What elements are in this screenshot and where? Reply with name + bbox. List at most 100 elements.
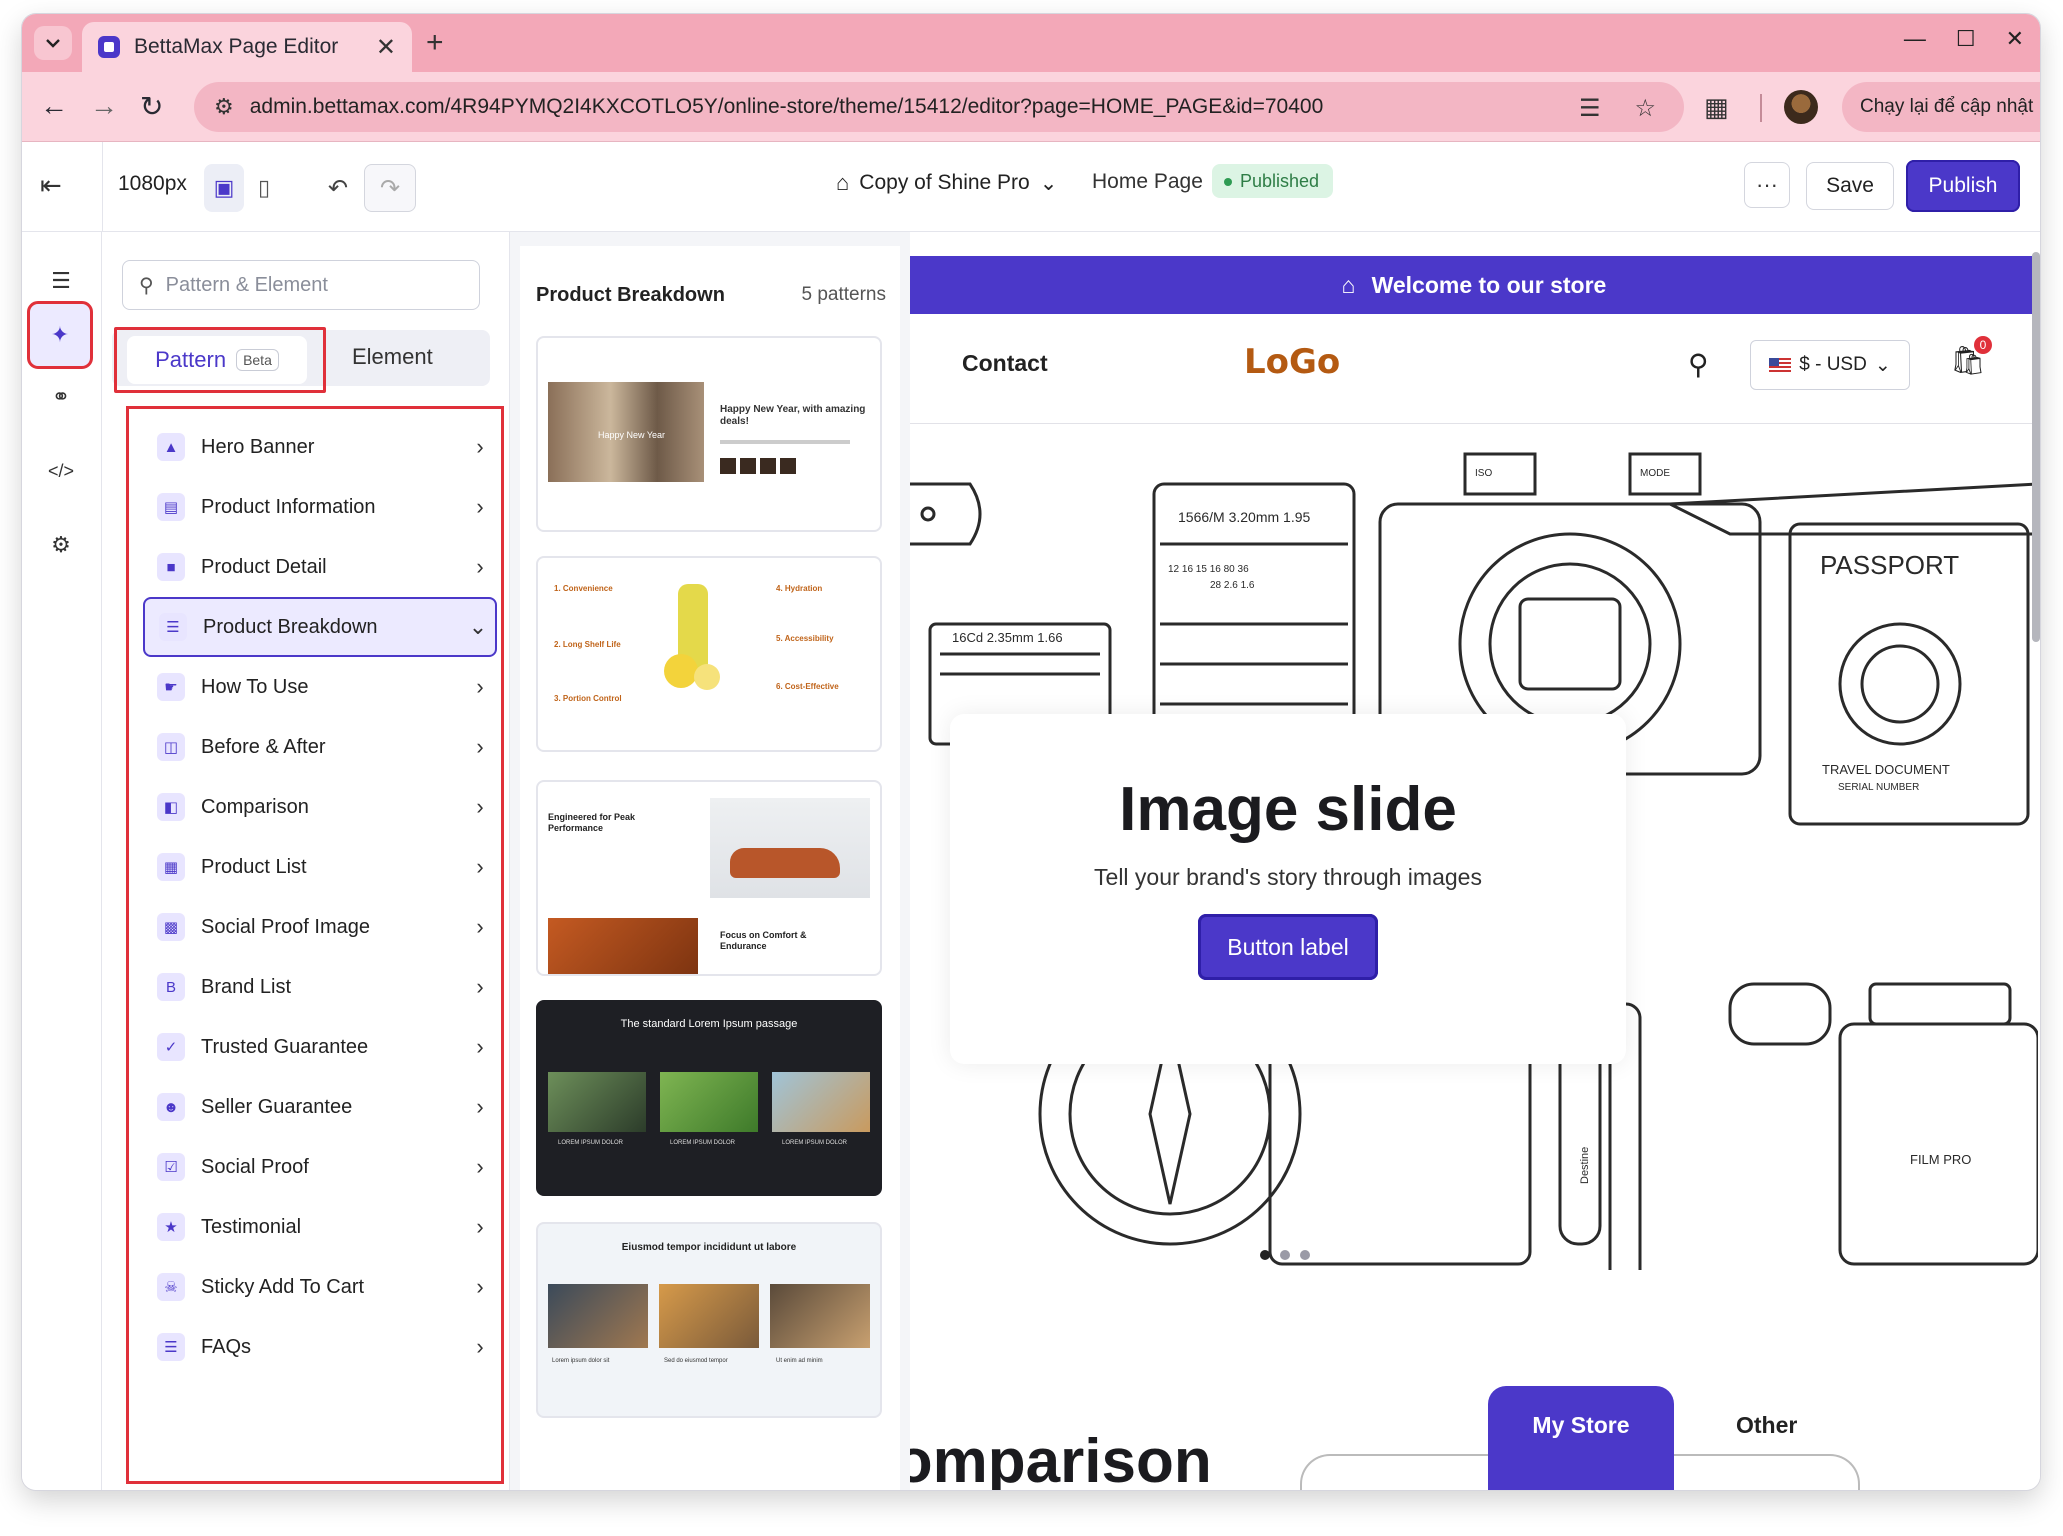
pattern-thumbnail: Eiusmod tempor incididunt ut labore Lore… bbox=[548, 1234, 870, 1406]
tab-my-store[interactable]: My Store bbox=[1488, 1386, 1674, 1490]
hero-button[interactable]: Button label bbox=[1198, 914, 1378, 980]
category-social-proof[interactable]: ☑ Social Proof › bbox=[143, 1137, 497, 1197]
maximize-icon[interactable]: ☐ bbox=[1956, 26, 1976, 52]
relaunch-update-button[interactable]: Chạy lại để cập nhật ⋮ bbox=[1842, 82, 2040, 132]
sneaker-detail-image bbox=[548, 918, 698, 974]
viewport-width[interactable]: 1080px bbox=[118, 172, 187, 196]
category-faqs[interactable]: ☰ FAQs › bbox=[143, 1317, 497, 1377]
beta-badge: Beta bbox=[236, 349, 279, 371]
editor-side-rail: ☰ ✦ ⚭ </> ⚙ bbox=[22, 232, 102, 1490]
bookmark-star-icon[interactable]: ☆ bbox=[1634, 94, 1656, 123]
category-product-breakdown[interactable]: ☰ Product Breakdown ⌄ bbox=[143, 597, 497, 657]
browser-tab[interactable]: BettaMax Page Editor ✕ bbox=[82, 22, 412, 72]
category-hero-banner[interactable]: ▲ Hero Banner › bbox=[143, 417, 497, 477]
browser-menu-icon[interactable]: ⋮ bbox=[2037, 94, 2040, 120]
close-tab-icon[interactable]: ✕ bbox=[376, 33, 396, 62]
relaunch-label: Chạy lại để cập nhật bbox=[1860, 96, 2034, 117]
category-before-after[interactable]: ◫ Before & After › bbox=[143, 717, 497, 777]
category-testimonial[interactable]: ★ Testimonial › bbox=[143, 1197, 497, 1257]
forward-arrow-icon[interactable]: → bbox=[90, 90, 118, 122]
category-product-information[interactable]: ▤ Product Information › bbox=[143, 477, 497, 537]
announcement-bar[interactable]: ⌂ Welcome to our store bbox=[910, 256, 2038, 314]
puzzle-icon[interactable]: ✦ bbox=[27, 301, 93, 369]
pattern-card[interactable]: Engineered for Peak Performance Focus on… bbox=[536, 780, 882, 976]
lemon-image bbox=[664, 654, 698, 688]
pattern-card[interactable]: Eiusmod tempor incididunt ut labore Lore… bbox=[536, 1222, 882, 1418]
close-window-icon[interactable]: ✕ bbox=[2006, 26, 2024, 52]
minimize-icon[interactable]: — bbox=[1904, 26, 1926, 52]
tab-pattern[interactable]: Pattern Beta bbox=[127, 336, 307, 384]
reload-icon[interactable]: ↻ bbox=[140, 90, 163, 123]
save-button[interactable]: Save bbox=[1806, 162, 1894, 210]
undo-icon[interactable]: ↶ bbox=[312, 164, 364, 212]
thumbnail-label: 6. Cost-Effective bbox=[776, 682, 839, 691]
layers-icon[interactable]: ☰ bbox=[34, 254, 88, 308]
translate-icon[interactable]: ☰ bbox=[1579, 94, 1601, 123]
pattern-card[interactable]: 1. Convenience 2. Long Shelf Life 3. Por… bbox=[536, 556, 882, 752]
settings-icon[interactable]: ⚙ bbox=[34, 518, 88, 572]
store-logo[interactable]: LoGo bbox=[1244, 342, 1340, 382]
thumbnail-heading: Eiusmod tempor incididunt ut labore bbox=[621, 1242, 797, 1253]
nav-link-contact[interactable]: Contact bbox=[962, 350, 1048, 377]
desktop-icon[interactable]: ▣ bbox=[204, 164, 244, 212]
patterns-count: 5 patterns bbox=[801, 284, 887, 305]
category-how-to-use[interactable]: ☛ How To Use › bbox=[143, 657, 497, 717]
currency-selector[interactable]: $ - USD ⌄ bbox=[1750, 340, 1910, 390]
pattern-card[interactable]: The standard Lorem Ipsum passage LOREM I… bbox=[536, 1000, 882, 1196]
mobile-icon[interactable]: ▯ bbox=[244, 164, 284, 212]
tab-other[interactable]: Other bbox=[1736, 1412, 1797, 1439]
category-comparison[interactable]: ◧ Comparison › bbox=[143, 777, 497, 837]
redo-icon[interactable]: ↷ bbox=[364, 164, 416, 212]
thumbnail-label: Sed do eiusmod tempor bbox=[664, 1358, 728, 1364]
profile-avatar[interactable] bbox=[1784, 90, 1818, 124]
canvas-scrollbar[interactable] bbox=[2032, 252, 2040, 642]
desk-image bbox=[770, 1284, 870, 1348]
publish-button[interactable]: Publish bbox=[1906, 160, 2020, 212]
cyclist-image bbox=[772, 1072, 870, 1132]
omnibox-actions: ☰ ☆ bbox=[1579, 94, 1656, 123]
search-icon[interactable]: ⚲ bbox=[1688, 348, 1709, 381]
exit-editor-icon[interactable]: ⇤ bbox=[40, 170, 62, 201]
category-trusted-guarantee[interactable]: ✓ Trusted Guarantee › bbox=[143, 1017, 497, 1077]
slider-dots bbox=[1260, 1250, 1310, 1260]
editor-canvas: ⌂ Welcome to our store Contact LoGo ⚲ $ … bbox=[910, 232, 2040, 1490]
device-switcher: ▣ ▯ bbox=[204, 164, 284, 212]
code-icon[interactable]: </> bbox=[34, 444, 88, 498]
chevron-down-icon: ⌄ bbox=[1039, 171, 1058, 195]
url-field[interactable]: ⚙ admin.bettamax.com/4R94PYMQ2I4KXCOTLO5… bbox=[194, 82, 1684, 132]
thumbnail-label: 2. Long Shelf Life bbox=[554, 640, 621, 649]
category-social-proof-image[interactable]: ▩ Social Proof Image › bbox=[143, 897, 497, 957]
home-icon: ⌂ bbox=[836, 170, 850, 195]
category-brand-list[interactable]: B Brand List › bbox=[143, 957, 497, 1017]
page-name[interactable]: Home Page bbox=[1092, 170, 1203, 194]
patterns-title: Product Breakdown bbox=[536, 284, 725, 306]
status-badge: Published bbox=[1212, 164, 1334, 198]
trusted-guarantee-icon: ✓ bbox=[157, 1033, 185, 1061]
category-seller-guarantee[interactable]: ☻ Seller Guarantee › bbox=[143, 1077, 497, 1137]
passport-label: TRAVEL DOCUMENT bbox=[1822, 762, 1950, 777]
chevron-right-icon: › bbox=[476, 494, 484, 519]
more-options-button[interactable]: ··· bbox=[1744, 162, 1790, 208]
category-product-list[interactable]: ▦ Product List › bbox=[143, 837, 497, 897]
back-arrow-icon[interactable]: ← bbox=[40, 90, 68, 122]
tab-search-button[interactable] bbox=[34, 26, 72, 60]
cart-icon: ☠ bbox=[157, 1273, 185, 1301]
slider-dot[interactable] bbox=[1300, 1250, 1310, 1260]
thumbnail-heading: Happy New Year, with amazing deals! bbox=[720, 404, 866, 427]
extensions-icon[interactable]: ▦ bbox=[1704, 92, 1729, 123]
link-icon[interactable]: ⚭ bbox=[34, 370, 88, 424]
slider-dot[interactable] bbox=[1260, 1250, 1270, 1260]
thumbnail-label: LOREM IPSUM DOLOR bbox=[558, 1140, 624, 1146]
theme-selector[interactable]: ⌂ Copy of Shine Pro ⌄ bbox=[836, 170, 1057, 196]
slider-dot[interactable] bbox=[1280, 1250, 1290, 1260]
chevron-right-icon: › bbox=[476, 674, 484, 699]
new-tab-button[interactable]: + bbox=[426, 26, 444, 60]
category-product-detail[interactable]: ■ Product Detail › bbox=[143, 537, 497, 597]
pattern-card[interactable]: Happy New Year Happy New Year, with amaz… bbox=[536, 336, 882, 532]
hero-slider: 1566/M 3.20mm 1.95 16Cd 2.35mm 1.66 PASS… bbox=[910, 424, 2038, 1270]
site-info-icon[interactable]: ⚙ bbox=[214, 94, 234, 120]
tab-element[interactable]: Element bbox=[352, 344, 433, 370]
category-sticky-add-to-cart[interactable]: ☠ Sticky Add To Cart › bbox=[143, 1257, 497, 1317]
pattern-search-input[interactable]: ⚲ Pattern & Element bbox=[122, 260, 480, 310]
patterns-list: Product Breakdown 5 patterns Happy New Y… bbox=[520, 246, 900, 1490]
